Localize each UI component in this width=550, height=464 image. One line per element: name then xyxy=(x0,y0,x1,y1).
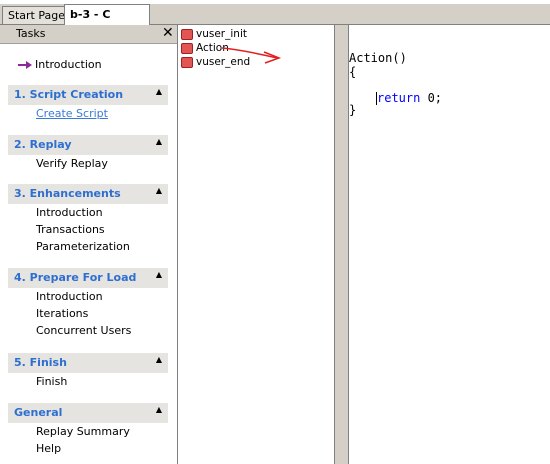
section-title: 2. Replay xyxy=(14,138,72,151)
code-keyword: return xyxy=(377,91,421,105)
section-title: 3. Enhancements xyxy=(14,187,121,200)
task-item-parameterization[interactable]: Parameterization xyxy=(8,238,168,255)
section-title: 4. Prepare For Load xyxy=(14,271,137,284)
section-replay: 2. Replay ▲ Verify Replay xyxy=(8,135,168,172)
tree-item-label: Action xyxy=(196,42,229,54)
section-header[interactable]: General ▲ xyxy=(8,403,168,423)
code-line-1: Action() xyxy=(349,51,407,65)
section-header[interactable]: 1. Script Creation ▲ xyxy=(8,85,168,105)
code-line-2: { xyxy=(349,65,357,79)
tree-item-vuser-init[interactable]: vuser_init xyxy=(181,27,247,41)
section-finish: 5. Finish ▲ Finish xyxy=(8,353,168,390)
chevron-up-icon[interactable]: ▲ xyxy=(156,405,162,414)
section-script-creation: 1. Script Creation ▲ Create Script xyxy=(8,85,168,122)
intro-link[interactable]: Introduction xyxy=(18,58,102,74)
action-icon xyxy=(181,42,193,54)
task-pane-header: Tasks ✕ xyxy=(0,25,177,44)
tree-item-label: vuser_init xyxy=(196,28,247,40)
section-header[interactable]: 4. Prepare For Load ▲ xyxy=(8,268,168,288)
tab-start-page[interactable]: Start Page xyxy=(2,6,72,24)
task-pane: Tasks ✕ Introduction 1. Script Creation … xyxy=(0,25,178,464)
action-icon xyxy=(181,28,193,40)
section-title: General xyxy=(14,406,63,419)
task-item-transactions[interactable]: Transactions xyxy=(8,221,168,238)
task-item-replay-summary[interactable]: Replay Summary xyxy=(8,423,168,440)
chevron-up-icon[interactable]: ▲ xyxy=(156,87,162,96)
task-item-concurrent-users[interactable]: Concurrent Users xyxy=(8,322,168,339)
chevron-up-icon[interactable]: ▲ xyxy=(156,137,162,146)
task-item-introduction[interactable]: Introduction xyxy=(8,204,168,221)
section-title: 1. Script Creation xyxy=(14,88,124,101)
tree-item-action[interactable]: Action xyxy=(181,41,229,55)
arrow-right-icon xyxy=(18,61,32,69)
action-icon xyxy=(181,56,193,68)
section-header[interactable]: 5. Finish ▲ xyxy=(8,353,168,373)
section-header[interactable]: 3. Enhancements ▲ xyxy=(8,184,168,204)
editor-gutter xyxy=(335,25,349,464)
code-rest: 0; xyxy=(420,91,443,105)
tab-script[interactable]: b-3 - C Vuser xyxy=(64,4,150,41)
tree-item-label: vuser_end xyxy=(196,56,251,68)
task-item-create-script[interactable]: Create Script xyxy=(8,105,168,122)
task-item-help[interactable]: Help xyxy=(8,440,168,457)
close-icon[interactable]: ✕ xyxy=(162,25,174,41)
task-item-introduction[interactable]: Introduction xyxy=(8,288,168,305)
document-tab-strip: Start Page b-3 - C Vuser xyxy=(0,0,550,41)
chevron-up-icon[interactable]: ▲ xyxy=(156,186,162,195)
actions-tree: vuser_init Action vuser_end xyxy=(178,25,335,464)
task-pane-title: Tasks xyxy=(16,27,46,40)
code-editor[interactable]: Action() { return 0; } xyxy=(349,25,550,464)
chevron-up-icon[interactable]: ▲ xyxy=(156,270,162,279)
section-title: 5. Finish xyxy=(14,356,67,369)
tree-item-vuser-end[interactable]: vuser_end xyxy=(181,55,250,69)
section-prepare-for-load: 4. Prepare For Load ▲ Introduction Itera… xyxy=(8,268,168,339)
code-line-3: return 0; xyxy=(376,91,443,105)
intro-label: Introduction xyxy=(35,58,102,71)
section-header[interactable]: 2. Replay ▲ xyxy=(8,135,168,155)
section-general: General ▲ Replay Summary Help xyxy=(8,403,168,457)
code-line-4: } xyxy=(349,103,357,117)
chevron-up-icon[interactable]: ▲ xyxy=(156,355,162,364)
task-item-verify-replay[interactable]: Verify Replay xyxy=(8,155,168,172)
task-item-iterations[interactable]: Iterations xyxy=(8,305,168,322)
section-enhancements: 3. Enhancements ▲ Introduction Transacti… xyxy=(8,184,168,255)
task-item-finish[interactable]: Finish xyxy=(8,373,168,390)
